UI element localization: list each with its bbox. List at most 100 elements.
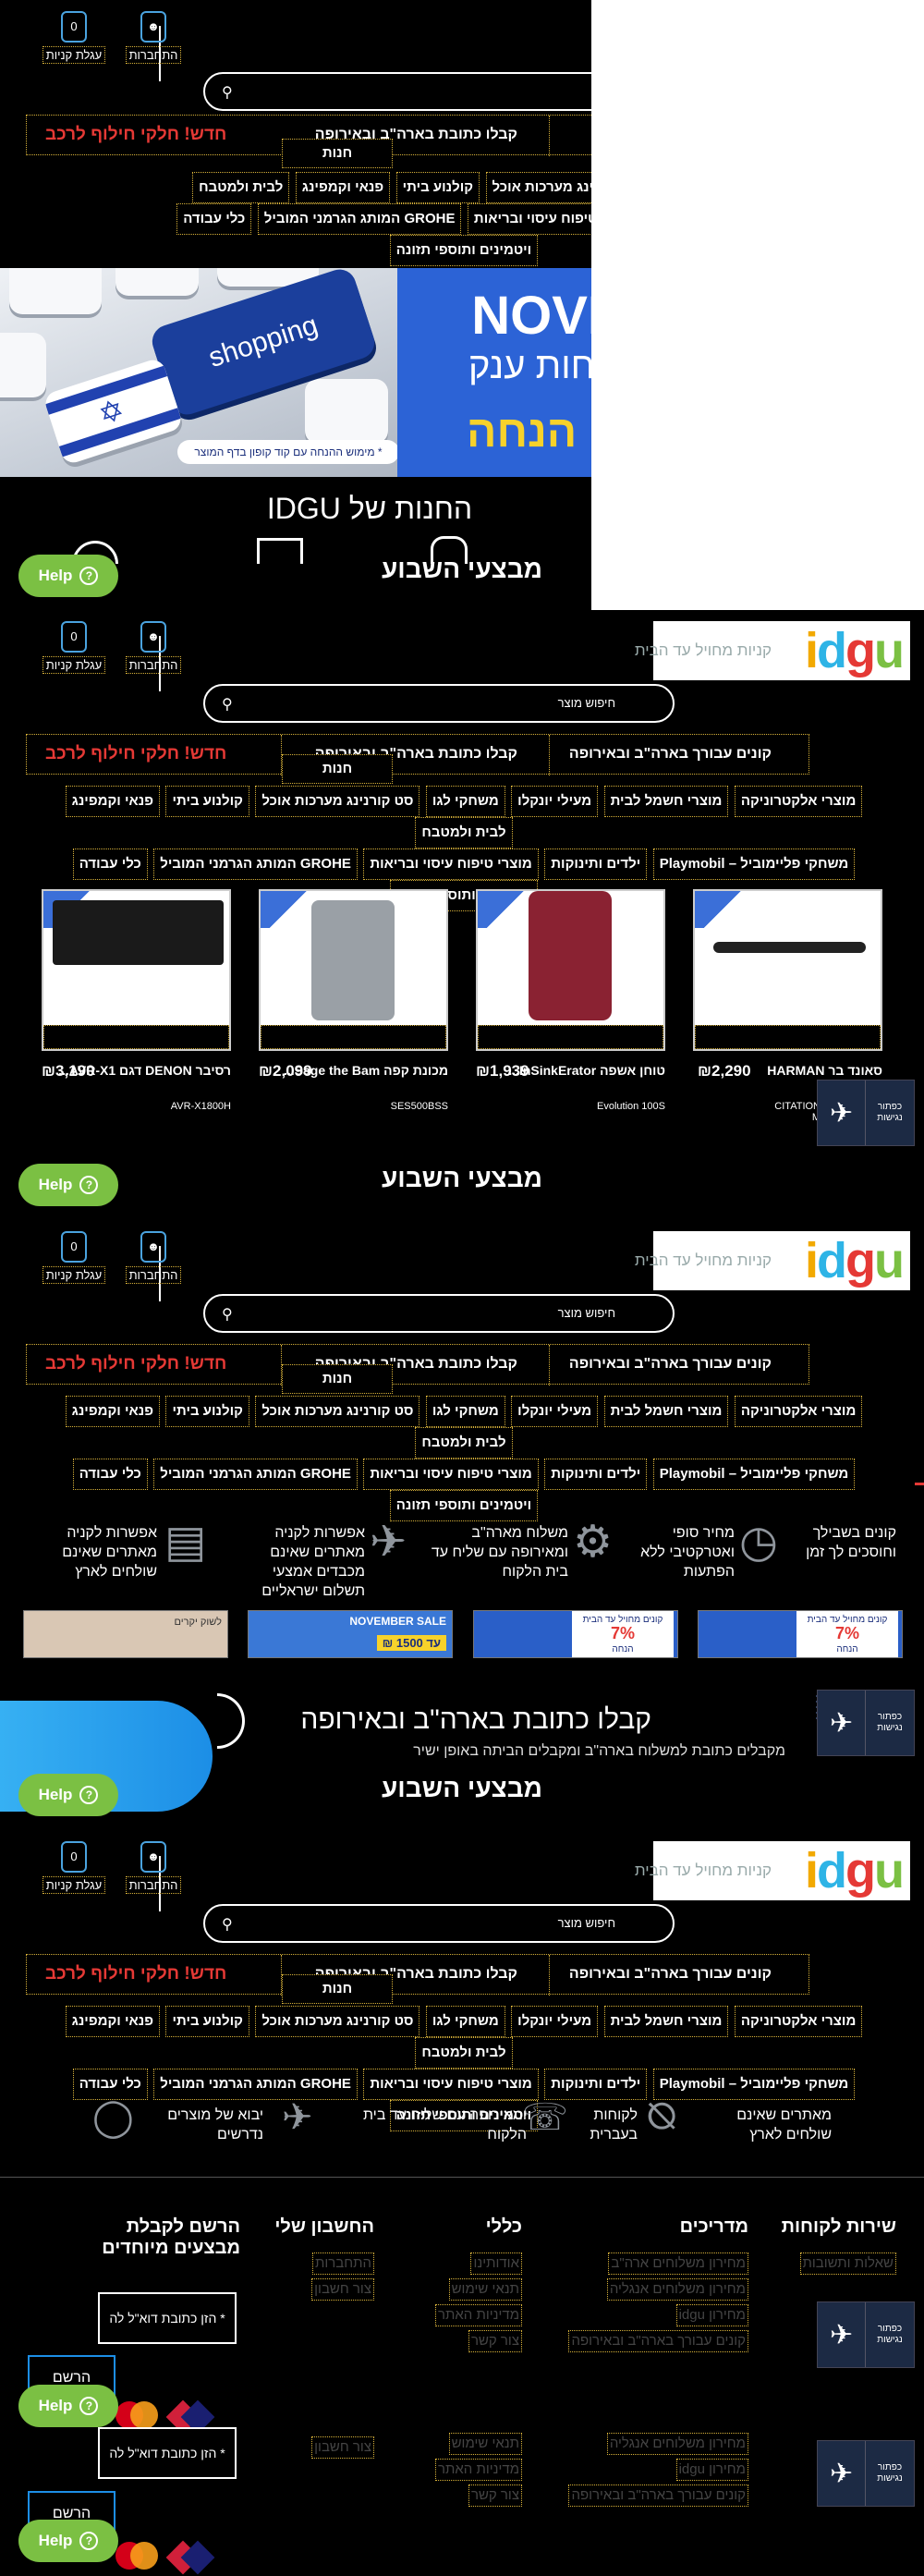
- nav-new-parts[interactable]: חדש! חלקי חילוף לרכב: [45, 125, 226, 145]
- cat-camping[interactable]: פנאי וקמפינג: [65, 786, 160, 817]
- cat-home-theater[interactable]: קולנוע ביתי: [165, 786, 249, 817]
- cat-vitamins[interactable]: ויטמינים ותוספי תזונה: [389, 1490, 539, 1521]
- search-icon[interactable]: ⚲: [222, 1305, 233, 1324]
- cat-care[interactable]: מוצרי טיפוח עיסוי ובריאות: [363, 1459, 539, 1490]
- cat-grohe[interactable]: GROHE המותג הגרמני המוביל: [153, 2069, 358, 2100]
- mini-banner[interactable]: לשוק יקרים: [23, 1610, 228, 1658]
- signup-button[interactable]: ☻ התחברות: [121, 621, 186, 674]
- cat-kids[interactable]: ילדים ותינוקות: [544, 2069, 648, 2100]
- footer-link[interactable]: מדיניות האתר: [435, 2304, 522, 2326]
- search-input[interactable]: חיפוש מוצר ⚲: [203, 1294, 675, 1333]
- footer-link[interactable]: התחברות: [312, 2252, 374, 2275]
- logo[interactable]: idgu קניות מחויל עד הבית: [635, 1841, 910, 1900]
- accessibility-button[interactable]: כפתור נגישות ✈: [817, 2301, 915, 2368]
- footer-link[interactable]: צור חשבון: [311, 2436, 374, 2459]
- mini-banner[interactable]: קונים מחויל עד הבית 7% הנחה: [698, 1610, 903, 1658]
- signup-button[interactable]: ☻ התחברות: [121, 1231, 186, 1284]
- search-icon[interactable]: ⚲: [222, 1915, 233, 1934]
- logo[interactable]: idgu קניות מחויל עד הבית: [635, 621, 910, 680]
- cart-button[interactable]: 0 עגלת קניות: [42, 11, 106, 64]
- footer-link[interactable]: שאלות ותשובות: [799, 2252, 896, 2275]
- cat-playmobil[interactable]: משחקי פליימוביל – Playmobil: [652, 1459, 856, 1490]
- product-card[interactable]: [693, 889, 882, 1051]
- nav-new-parts[interactable]: חדש! חלקי חילוף לרכב: [45, 1964, 226, 1984]
- cat-home-theater[interactable]: קולנוע ביתי: [165, 2006, 249, 2037]
- cat-camping[interactable]: פנאי וקמפינג: [295, 172, 391, 203]
- add-to-cart-button[interactable]: [261, 1025, 446, 1049]
- help-button[interactable]: Help?: [18, 2385, 118, 2427]
- cat-lego[interactable]: משחקי לגו: [425, 2006, 505, 2037]
- cat-home-kitchen[interactable]: לבית ולמטבח: [415, 1427, 513, 1459]
- cat-lego[interactable]: משחקי לגו: [425, 786, 505, 817]
- cat-grohe[interactable]: GROHE המותג הגרמני המוביל: [257, 203, 462, 235]
- cat-grohe[interactable]: GROHE המותג הגרמני המוביל: [153, 848, 358, 880]
- nav-buy-usa-eu[interactable]: קונים עבורך בארה"ב ובאירופה: [569, 1966, 772, 1983]
- cat-home-kitchen[interactable]: לבית ולמטבח: [192, 172, 290, 203]
- cat-home-kitchen[interactable]: לבית ולמטבח: [415, 2037, 513, 2069]
- cat-appliances[interactable]: מוצרי חשמל לבית: [603, 2006, 729, 2037]
- nav-buy-usa-eu[interactable]: קונים עבורך בארה"ב ובאירופה: [569, 746, 772, 763]
- help-button[interactable]: Help?: [18, 555, 118, 597]
- nav-buy-usa-eu[interactable]: קונים עבורך בארה"ב ובאירופה: [569, 1356, 772, 1373]
- accessibility-button[interactable]: כפתור נגישות ✈: [817, 1690, 915, 1756]
- cat-home-theater[interactable]: קולנוע ביתי: [395, 172, 480, 203]
- cat-kids[interactable]: ילדים ותינוקות: [544, 1459, 648, 1490]
- cat-tools[interactable]: כלי עבודה: [72, 2069, 148, 2100]
- email-field[interactable]: * הזן כתובת דוא"ל לה: [98, 2292, 237, 2344]
- footer-link[interactable]: תנאי שימוש: [448, 2433, 522, 2455]
- search-icon[interactable]: ⚲: [222, 83, 233, 102]
- signup-button[interactable]: ☻ התחברות: [121, 1841, 186, 1894]
- cat-camping[interactable]: פנאי וקמפינג: [65, 2006, 160, 2037]
- cat-coats[interactable]: מעילי יונקלו: [511, 2006, 599, 2037]
- footer-link[interactable]: צור קשר: [468, 2484, 522, 2507]
- cat-lego[interactable]: משחקי לגו: [425, 1396, 505, 1427]
- footer-link[interactable]: צור חשבון: [311, 2278, 374, 2301]
- promo-banner[interactable]: shopping ✡ * מימוש ההנחה עם קוד קופון בד…: [0, 268, 591, 477]
- accessibility-button[interactable]: כפתור נגישות ✈: [817, 2440, 915, 2507]
- cat-electronics[interactable]: מוצרי אלקטרוניקה: [734, 786, 863, 817]
- footer-link[interactable]: מחירון משלוחים אנגליה: [606, 2278, 748, 2301]
- footer-link[interactable]: מחירון idgu: [675, 2459, 748, 2481]
- cat-playmobil[interactable]: משחקי פליימוביל – Playmobil: [652, 2069, 856, 2100]
- cat-corning[interactable]: סט קורנינג מערכות אוכל: [255, 2006, 420, 2037]
- cat-home-theater[interactable]: קולנוע ביתי: [165, 1396, 249, 1427]
- cart-button[interactable]: 0 עגלת קניות: [42, 1231, 106, 1284]
- cat-vitamins[interactable]: ויטמינים ותוספי תזונה: [389, 235, 539, 266]
- email-field[interactable]: * הזן כתובת דוא"ל לה: [98, 2427, 237, 2479]
- footer-link[interactable]: צור קשר: [468, 2330, 522, 2352]
- cat-appliances[interactable]: מוצרי חשמל לבית: [603, 1396, 729, 1427]
- footer-link[interactable]: קונים עבורך בארה"ב ובאירופה: [568, 2484, 748, 2507]
- cat-playmobil[interactable]: משחקי פליימוביל – Playmobil: [652, 848, 856, 880]
- cat-appliances[interactable]: מוצרי חשמל לבית: [603, 786, 729, 817]
- footer-link[interactable]: מחירון idgu: [675, 2304, 748, 2326]
- footer-link[interactable]: אודותינו: [470, 2252, 522, 2275]
- search-icon[interactable]: ⚲: [222, 695, 233, 714]
- cat-corning[interactable]: סט קורנינג מערכות אוכל: [255, 786, 420, 817]
- footer-link[interactable]: קונים עבורך בארה"ב ובאירופה: [568, 2330, 748, 2352]
- logo[interactable]: idgu קניות מחויל עד הבית: [635, 1231, 910, 1290]
- cat-tools[interactable]: כלי עבודה: [72, 848, 148, 880]
- nav-stores[interactable]: חנות: [282, 139, 393, 168]
- nav-new-parts[interactable]: חדש! חלקי חילוף לרכב: [45, 744, 226, 764]
- cat-tools[interactable]: כלי עבודה: [176, 203, 252, 235]
- nav-stores[interactable]: חנות: [282, 754, 393, 784]
- cat-coats[interactable]: מעילי יונקלו: [511, 1396, 599, 1427]
- add-to-cart-button[interactable]: [695, 1025, 881, 1049]
- cat-tools[interactable]: כלי עבודה: [72, 1459, 148, 1490]
- cat-electronics[interactable]: מוצרי אלקטרוניקה: [734, 1396, 863, 1427]
- cat-grohe[interactable]: GROHE המותג הגרמני המוביל: [153, 1459, 358, 1490]
- cat-care[interactable]: מוצרי טיפוח עיסוי ובריאות: [363, 848, 539, 880]
- footer-link[interactable]: מדיניות האתר: [435, 2459, 522, 2481]
- footer-link[interactable]: מחירון משלוחים אנגליה: [606, 2433, 748, 2455]
- product-card[interactable]: [476, 889, 665, 1051]
- mini-banner[interactable]: NOVEMBER SALE עד 1500 ₪: [248, 1610, 453, 1658]
- help-button[interactable]: Help?: [18, 2520, 118, 2562]
- cart-button[interactable]: 0 עגלת קניות: [42, 1841, 106, 1894]
- cat-care[interactable]: מוצרי טיפוח עיסוי ובריאות: [363, 2069, 539, 2100]
- cat-kids[interactable]: ילדים ותינוקות: [544, 848, 648, 880]
- product-card[interactable]: [259, 889, 448, 1051]
- accessibility-button[interactable]: כפתור נגישות ✈: [817, 1080, 915, 1146]
- cart-button[interactable]: 0 עגלת קניות: [42, 621, 106, 674]
- cat-electronics[interactable]: מוצרי אלקטרוניקה: [734, 2006, 863, 2037]
- product-card[interactable]: [42, 889, 231, 1051]
